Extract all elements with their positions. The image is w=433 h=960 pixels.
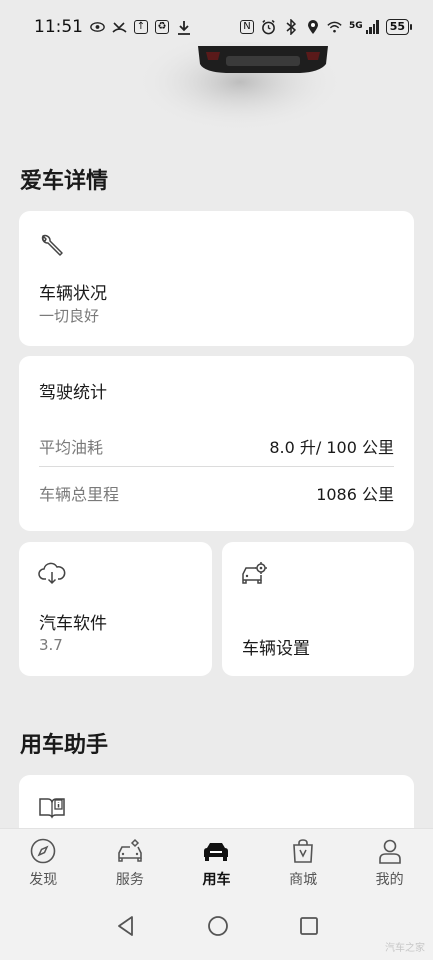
car-image bbox=[135, 32, 360, 142]
wifi-icon bbox=[327, 20, 342, 35]
wrench-icon bbox=[39, 232, 65, 262]
nav-label: 服务 bbox=[115, 872, 144, 888]
nav-item-shop[interactable]: 商城 bbox=[260, 829, 346, 889]
driving-stats-title: 驾驶统计 bbox=[39, 383, 107, 403]
status-left: 11:51 ↑ ♻ bbox=[34, 17, 191, 37]
nav-item-discover[interactable]: 发现 bbox=[0, 829, 86, 889]
software-version: 3.7 bbox=[39, 636, 63, 654]
bluetooth-icon bbox=[283, 19, 298, 35]
car-settings-icon bbox=[240, 560, 270, 590]
vehicle-status-value: 一切良好 bbox=[39, 307, 100, 325]
software-card[interactable]: 汽车软件 3.7 bbox=[19, 542, 212, 676]
manual-book-icon bbox=[38, 795, 66, 823]
stat-row-fuel: 平均油耗 8.0 升/ 100 公里 bbox=[39, 434, 394, 458]
nav-label: 商城 bbox=[289, 872, 318, 888]
section-title-details: 爱车详情 bbox=[20, 169, 109, 194]
software-title: 汽车软件 bbox=[39, 614, 107, 634]
stat-label: 车辆总里程 bbox=[39, 485, 120, 504]
car-service-icon bbox=[118, 838, 142, 862]
nav-item-profile[interactable]: 我的 bbox=[347, 829, 433, 889]
battery-indicator: 55 bbox=[385, 19, 413, 35]
divider bbox=[39, 466, 394, 467]
stat-label: 平均油耗 bbox=[39, 438, 104, 457]
app-notification-icon: ♻ bbox=[155, 20, 169, 34]
cloud-download-icon bbox=[38, 562, 66, 590]
compass-icon bbox=[30, 838, 56, 864]
stat-row-mileage: 车辆总里程 1086 公里 bbox=[39, 481, 394, 505]
car-icon bbox=[204, 843, 229, 861]
status-time: 11:51 bbox=[34, 17, 83, 37]
recents-icon[interactable] bbox=[299, 916, 319, 940]
nfc-icon: N bbox=[240, 20, 255, 34]
upload-icon: ↑ bbox=[134, 20, 148, 34]
stat-value: 1086 公里 bbox=[316, 485, 394, 504]
home-icon[interactable] bbox=[207, 915, 229, 941]
status-right: N 5G 55 bbox=[240, 19, 413, 35]
bottom-nav: 发现 服务 用车 商城 我的 bbox=[0, 828, 433, 896]
vehicle-status-card[interactable]: 车辆状况 一切良好 bbox=[19, 211, 414, 346]
missed-call-icon bbox=[112, 20, 127, 35]
vehicle-status-title: 车辆状况 bbox=[39, 284, 107, 304]
network-type: 5G bbox=[349, 21, 363, 31]
nav-label: 我的 bbox=[375, 872, 404, 888]
alarm-icon bbox=[261, 19, 276, 35]
nav-item-car[interactable]: 用车 bbox=[173, 829, 259, 889]
vehicle-settings-title: 车辆设置 bbox=[242, 639, 310, 659]
eye-icon bbox=[90, 20, 105, 35]
nav-label: 用车 bbox=[202, 872, 231, 888]
nav-label: 发现 bbox=[29, 872, 58, 888]
person-icon bbox=[378, 839, 401, 864]
download-icon bbox=[176, 20, 191, 35]
back-icon[interactable] bbox=[115, 915, 137, 941]
watermark: 汽车之家 bbox=[385, 943, 425, 954]
section-title-assistant: 用车助手 bbox=[20, 733, 109, 758]
vehicle-settings-card[interactable]: 车辆设置 bbox=[222, 542, 414, 676]
driving-stats-card[interactable]: 驾驶统计 平均油耗 8.0 升/ 100 公里 车辆总里程 1086 公里 bbox=[19, 356, 414, 531]
system-nav-bar bbox=[0, 896, 433, 960]
signal-icon bbox=[365, 20, 379, 34]
stat-value: 8.0 升/ 100 公里 bbox=[269, 438, 394, 457]
nav-item-service[interactable]: 服务 bbox=[87, 829, 173, 889]
location-icon bbox=[305, 20, 320, 35]
shopping-bag-icon bbox=[293, 839, 313, 863]
